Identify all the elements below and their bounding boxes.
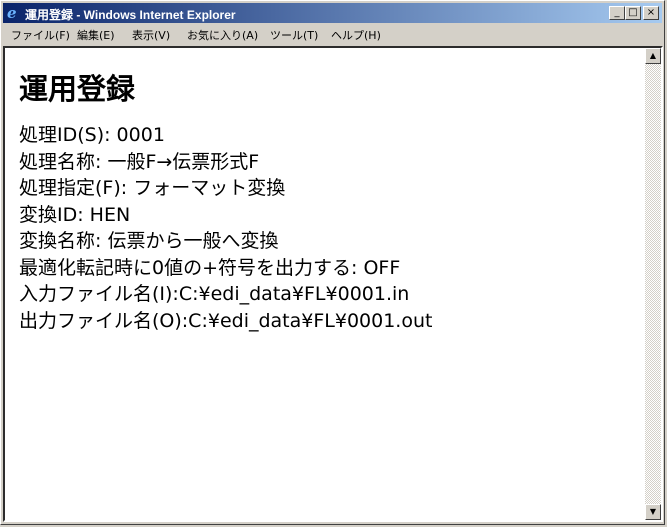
detail-output-file: 出力ファイル名(O):C:¥edi_data¥FL¥0001.out [19, 309, 433, 332]
detail-process-id: 処理ID(S): 0001 [19, 124, 165, 146]
page-content: 運用登録 処理ID(S): 0001 処理名称: 一般F→伝票形式F 処理指定(… [5, 48, 645, 520]
detail-conversion-name: 変換名称: 伝票から一般へ変換 [19, 230, 279, 252]
scroll-up-icon[interactable]: ▲ [645, 48, 661, 64]
detail-sign-output: 最適化転記時に0値の+符号を出力する: OFF [19, 256, 401, 279]
menu-file[interactable]: ファイル(F) [11, 27, 70, 43]
menu-edit[interactable]: 編集(E) [77, 27, 115, 43]
content-frame: 運用登録 処理ID(S): 0001 処理名称: 一般F→伝票形式F 処理指定(… [3, 46, 663, 522]
window-title: 運用登録 - Windows Internet Explorer [25, 8, 236, 22]
detail-process-spec: 処理指定(F): フォーマット変換 [19, 177, 286, 199]
close-button[interactable]: × [643, 6, 659, 20]
title-bar[interactable]: e 運用登録 - Windows Internet Explorer _ □ × [3, 3, 662, 23]
menu-bar: ファイル(F) 編集(E) 表示(V) お気に入り(A) ツール(T) ヘルプ(… [3, 24, 662, 43]
scroll-down-icon[interactable]: ▼ [645, 504, 661, 520]
maximize-button[interactable]: □ [625, 6, 641, 20]
minimize-button[interactable]: _ [609, 6, 625, 20]
menu-view[interactable]: 表示(V) [132, 27, 170, 43]
page-title: 運用登録 [19, 72, 136, 106]
detail-list: 処理ID(S): 0001 処理名称: 一般F→伝票形式F 処理指定(F): フ… [19, 122, 432, 334]
detail-conversion-id: 変換ID: HEN [19, 203, 131, 226]
internet-explorer-icon: e [7, 4, 17, 22]
detail-process-name: 処理名称: 一般F→伝票形式F [19, 150, 260, 173]
menu-favorites[interactable]: お気に入り(A) [187, 27, 258, 43]
detail-input-file: 入力ファイル名(I):C:¥edi_data¥FL¥0001.in [19, 283, 410, 305]
ie-window: e 運用登録 - Windows Internet Explorer _ □ ×… [0, 0, 665, 525]
vertical-scrollbar[interactable]: ▲ ▼ [645, 48, 661, 520]
menu-tools[interactable]: ツール(T) [270, 27, 318, 43]
menu-help[interactable]: ヘルプ(H) [331, 27, 381, 43]
